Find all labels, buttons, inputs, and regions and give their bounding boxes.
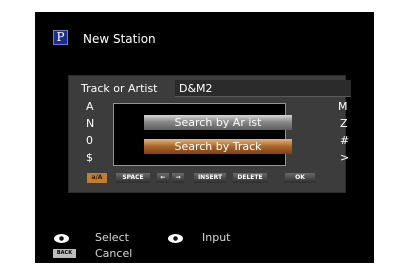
cursor-right-key[interactable]: → <box>172 173 184 183</box>
enter-disc-icon <box>54 234 69 243</box>
case-toggle-key[interactable]: a/A <box>87 173 107 183</box>
char-key[interactable]: $ <box>86 151 93 164</box>
char-key[interactable]: A <box>86 100 94 113</box>
space-key[interactable]: SPACE <box>116 173 150 183</box>
search-input[interactable]: D&M2 <box>175 80 351 97</box>
input-row: Track or Artist D&M2 <box>69 80 351 97</box>
char-key[interactable]: M <box>338 100 348 113</box>
ok-key[interactable]: OK <box>285 173 315 183</box>
select-label: Select <box>95 231 129 244</box>
pandora-icon: P <box>53 30 68 45</box>
char-key[interactable]: Z <box>340 117 348 130</box>
search-by-track-button[interactable]: Search by Track <box>144 139 292 154</box>
search-type-popup: Search by Ar ist Search by Track <box>113 103 292 166</box>
page-title: New Station <box>83 32 156 46</box>
delete-key[interactable]: DELETE <box>233 173 267 183</box>
keyboard-panel: Track or Artist D&M2 A N 0 $ M Z # > Sea… <box>68 75 351 193</box>
char-key[interactable]: # <box>340 134 349 147</box>
keyboard-function-keys: a/A SPACE ← → INSERT DELETE OK <box>69 173 345 185</box>
char-key[interactable]: 0 <box>86 134 93 147</box>
cancel-label: Cancel <box>95 247 133 260</box>
cursor-left-key[interactable]: ← <box>157 173 169 183</box>
char-key[interactable]: N <box>86 117 94 130</box>
search-input-value: D&M2 <box>179 82 213 95</box>
input-label: Input <box>202 231 231 244</box>
back-key-icon: BACK <box>53 249 76 258</box>
char-key[interactable]: > <box>340 151 349 164</box>
cursor-disc-icon <box>168 234 183 243</box>
insert-key[interactable]: INSERT <box>194 173 226 183</box>
field-label: Track or Artist <box>81 82 158 95</box>
search-by-artist-button[interactable]: Search by Ar ist <box>144 115 292 130</box>
tv-screen: P New Station Track or Artist D&M2 A N 0… <box>35 12 374 263</box>
